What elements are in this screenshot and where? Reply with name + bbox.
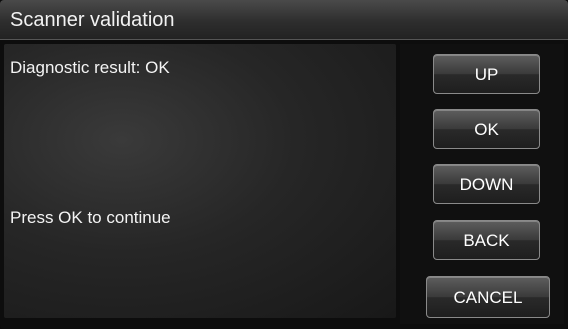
- diagnostic-result-text: Diagnostic result: OK: [10, 58, 170, 77]
- message-area: Diagnostic result: OK Press OK to contin…: [4, 44, 396, 318]
- cancel-button[interactable]: CANCEL: [426, 276, 550, 318]
- up-button[interactable]: UP: [433, 54, 540, 94]
- printer-panel-screen: Scanner validation Diagnostic result: OK…: [0, 0, 568, 329]
- back-button[interactable]: BACK: [433, 220, 540, 260]
- ok-button[interactable]: OK: [433, 109, 540, 149]
- button-column: UP OK DOWN BACK CANCEL: [400, 44, 564, 324]
- title-bar: Scanner validation: [0, 0, 568, 40]
- down-button[interactable]: DOWN: [433, 164, 540, 204]
- continue-prompt-text: Press OK to continue: [10, 208, 171, 227]
- page-title: Scanner validation: [10, 9, 175, 31]
